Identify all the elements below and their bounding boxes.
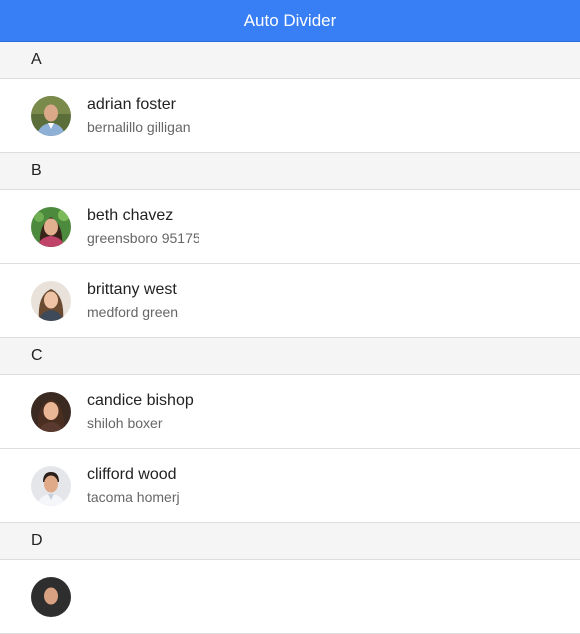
list-divider-a: A <box>0 42 580 79</box>
contact-name: adrian foster <box>87 96 176 113</box>
contact-item-brittany-west[interactable]: brittany west medford green <box>0 264 580 338</box>
header-title: Auto Divider <box>243 10 337 30</box>
contact-subtitle: shiloh boxer <box>87 415 163 431</box>
contact-name: brittany west <box>87 281 177 298</box>
contact-item-adrian-foster[interactable]: adrian foster bernalillo gilligan <box>0 79 580 153</box>
avatar <box>31 280 71 321</box>
contact-name: beth chavez <box>87 207 174 224</box>
contact-item-clifford-wood[interactable]: clifford wood tacoma homerj <box>0 449 580 523</box>
avatar <box>31 576 71 617</box>
avatar <box>31 95 71 136</box>
list-divider-c: C <box>0 338 580 375</box>
avatar <box>31 206 71 247</box>
contact-list: A adrian foster bernalillo gilligan B be… <box>0 42 580 634</box>
contact-item-partial[interactable] <box>0 560 580 634</box>
contact-name: clifford wood <box>87 466 177 483</box>
list-divider-b: B <box>0 153 580 190</box>
avatar <box>31 391 71 432</box>
list-divider-d: D <box>0 523 580 560</box>
contact-subtitle: tacoma homerj <box>87 489 180 505</box>
contact-item-beth-chavez[interactable]: beth chavez greensboro 95175 <box>0 190 580 264</box>
contact-subtitle: medford green <box>87 304 179 320</box>
contact-item-candice-bishop[interactable]: candice bishop shiloh boxer <box>0 375 580 449</box>
contact-subtitle: bernalillo gilligan <box>87 119 191 135</box>
avatar <box>31 465 71 506</box>
contact-subtitle: greensboro 95175 <box>87 230 199 246</box>
app-header: Auto Divider <box>0 0 580 42</box>
contact-name: candice bishop <box>87 392 194 409</box>
